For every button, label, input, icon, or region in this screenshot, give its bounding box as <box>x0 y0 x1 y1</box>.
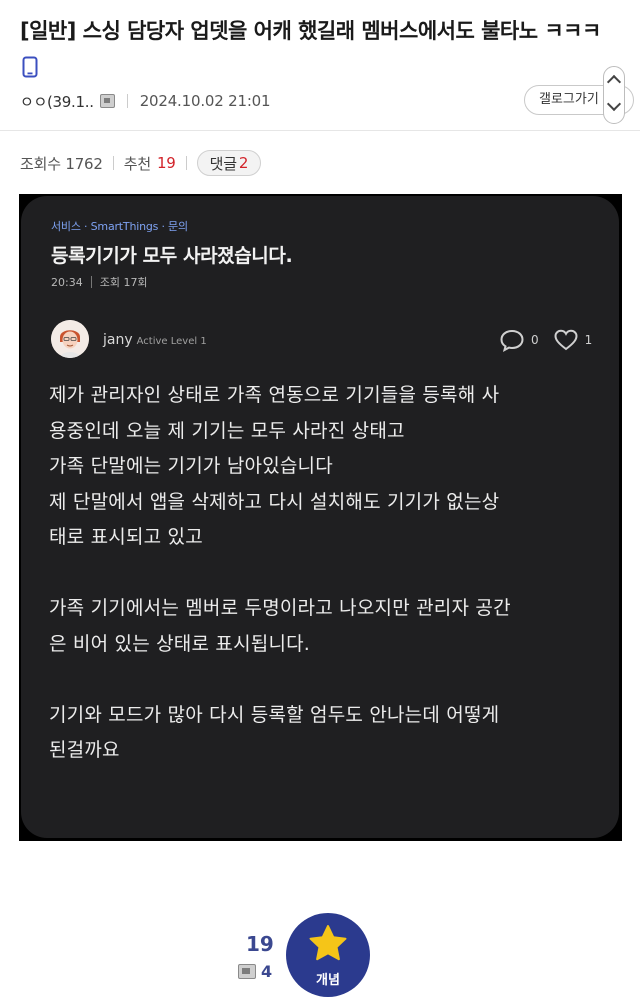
embedded-views: 조회 17회 <box>99 276 148 289</box>
embedded-screenshot: 서비스 · SmartThings · 문의 등록기기가 모두 사라졌습니다. … <box>19 194 622 841</box>
post-stats: 조회수 1762 추천 19 댓글 2 <box>20 150 262 176</box>
user-badge-icon <box>99 94 115 108</box>
divider <box>126 94 128 108</box>
embedded-post-meta: 20:34 조회 17회 <box>51 274 148 290</box>
user-level: Active Level 1 <box>136 336 207 347</box>
comment-count: 2 <box>238 154 249 172</box>
recommend-count: 19 <box>156 154 176 172</box>
scroll-down-icon[interactable] <box>606 96 622 112</box>
embedded-comment-count: 0 <box>531 333 539 347</box>
embedded-user: jany Active Level 1 <box>103 332 207 348</box>
post-meta: ㅇㅇ(39.1.. 2024.10.02 21:01 <box>20 90 271 112</box>
recommend-total: 19 <box>246 932 274 956</box>
divider <box>90 276 92 288</box>
divider <box>185 156 187 170</box>
header-divider <box>0 130 640 131</box>
comment-label: 댓글 <box>209 154 237 173</box>
divider <box>112 156 114 170</box>
post-date: 2024.10.02 21:01 <box>139 92 271 110</box>
upvote-label: 개념 <box>316 973 340 988</box>
scroll-up-icon[interactable] <box>606 74 622 90</box>
embedded-post-title: 등록기기가 모두 사라졌습니다. <box>51 245 293 267</box>
embedded-user-name[interactable]: jany <box>103 332 133 348</box>
mobile-phone-icon <box>22 56 38 78</box>
avatar <box>51 320 89 358</box>
embedded-like-count: 1 <box>584 333 593 347</box>
comment-icon <box>238 964 256 979</box>
comment-button[interactable]: 댓글 2 <box>196 150 262 176</box>
comment-bubble-icon[interactable] <box>499 328 525 352</box>
footer-comment-count: 4 <box>261 962 273 981</box>
embedded-time: 20:34 <box>51 275 83 289</box>
star-icon <box>309 925 347 961</box>
footer-comments: 4 <box>238 962 272 981</box>
post-title: [일반] 스싱 담당자 업뎃을 어캐 했길래 멤버스에서도 불타노 ㅋㅋㅋ <box>20 19 601 43</box>
embedded-post-card: 서비스 · SmartThings · 문의 등록기기가 모두 사라졌습니다. … <box>21 196 619 838</box>
upvote-button[interactable]: 개념 <box>286 913 370 997</box>
recommend-label: 추천 <box>123 154 151 173</box>
breadcrumb: 서비스 · SmartThings · 문의 <box>51 220 188 233</box>
author-name[interactable]: ㅇㅇ(39.1.. <box>20 91 94 112</box>
embedded-reactions: 0 1 <box>499 328 592 352</box>
scroll-up-down-icon[interactable] <box>603 66 625 124</box>
heart-icon[interactable] <box>553 328 579 352</box>
view-count: 조회수 1762 <box>20 154 103 173</box>
embedded-body: 제가 관리자인 상태로 가족 연동으로 기기들을 등록해 사 용중인데 오늘 제… <box>49 384 511 761</box>
